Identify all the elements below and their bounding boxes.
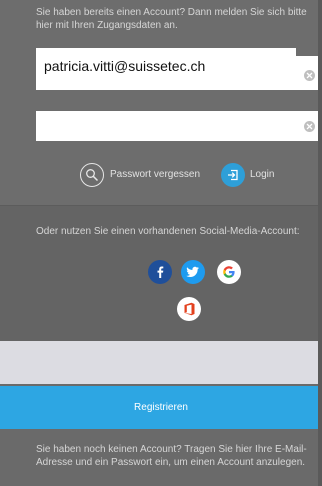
office-icon[interactable] (177, 297, 201, 321)
social-login-section: Oder nutzen Sie einen vorhandenen Social… (0, 205, 322, 341)
register-button-label: Registrieren (134, 402, 188, 413)
clear-email-icon[interactable] (304, 70, 315, 81)
email-value: patricia.vitti@suissetec.ch (44, 58, 206, 74)
register-intro-text: Sie haben noch keinen Account? Tragen Si… (36, 444, 307, 468)
twitter-icon[interactable] (181, 260, 205, 284)
password-field[interactable] (36, 111, 322, 141)
google-icon[interactable] (217, 260, 241, 284)
search-icon[interactable] (80, 163, 104, 187)
login-page: Sie haben bereits einen Account? Dann me… (0, 0, 322, 486)
scrollbar[interactable] (318, 0, 322, 486)
register-info-section: Sie haben noch keinen Account? Tragen Si… (0, 429, 322, 486)
register-button[interactable]: Registrieren (0, 386, 322, 429)
facebook-icon[interactable] (148, 260, 172, 284)
login-button[interactable]: Login (250, 169, 274, 180)
login-intro-text: Sie haben bereits einen Account? Dann me… (36, 7, 307, 31)
forgot-password-link[interactable]: Passwort vergessen (110, 169, 200, 180)
social-intro-text: Oder nutzen Sie einen vorhandenen Social… (36, 226, 300, 237)
register-email-field[interactable] (0, 341, 322, 384)
clear-password-icon[interactable] (304, 121, 315, 132)
login-icon[interactable] (221, 163, 245, 187)
login-section: Sie haben bereits einen Account? Dann me… (0, 0, 322, 205)
login-actions: Passwort vergessen Login (0, 163, 322, 189)
